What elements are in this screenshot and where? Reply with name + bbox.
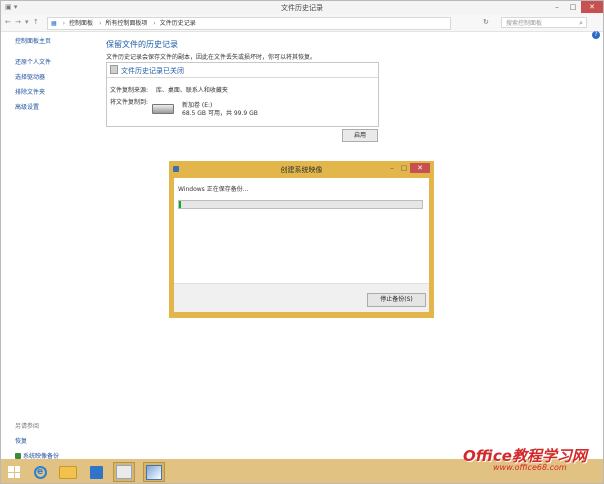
nav-advanced-settings[interactable]: 高级设置 — [15, 102, 51, 111]
window-controls: – □ ✕ — [549, 1, 603, 15]
windows-start-icon[interactable] — [3, 462, 25, 482]
control-panel-icon[interactable] — [113, 462, 135, 482]
forward-arrow-icon[interactable]: → — [15, 18, 21, 26]
dialog-title-bar: 创建系统映像 – □ ✕ — [169, 161, 434, 177]
watermark-url: www.office68.com — [493, 463, 567, 472]
search-icon: ⌕ — [579, 19, 583, 27]
backup-progress-bar — [178, 200, 423, 209]
dialog-close-button[interactable]: ✕ — [410, 163, 430, 173]
nav-exclude-folders[interactable]: 排除文件夹 — [15, 87, 51, 96]
copy-from-value: 库、桌面、联系人和收藏夹 — [155, 87, 228, 94]
see-also-recovery[interactable]: 恢复 — [15, 436, 59, 445]
shield-icon — [15, 452, 21, 459]
address-bar-row: ← → ▾ ↑ ▦ › 控制面板 › 所有控制面板项 › 文件历史记录 ↻ 搜索控制面… — [1, 15, 603, 32]
nav-select-drive[interactable]: 选择驱动器 — [15, 72, 51, 81]
recent-dropdown-icon[interactable]: ▾ — [25, 18, 29, 26]
nav-restore-personal-files[interactable]: 还原个人文件 — [15, 57, 51, 66]
search-input[interactable]: 搜索控制面板 ⌕ — [501, 17, 587, 28]
nav-control-panel-home[interactable]: 控制面板主页 — [15, 36, 51, 45]
progress-fill — [179, 201, 182, 208]
control-panel-icon: ▦ — [51, 20, 57, 27]
page-description: 文件历史记录会保存文件的副本，因此在文件丢失或损坏时，你可以将其恢复。 — [106, 54, 317, 61]
enable-button[interactable]: 启用 — [342, 129, 378, 142]
file-explorer-icon[interactable] — [57, 462, 79, 482]
title-bar: ▣ ▾ 文件历史记录 – □ ✕ — [1, 1, 603, 15]
left-navigation: 控制面板主页 还原个人文件 选择驱动器 排除文件夹 高级设置 — [15, 36, 51, 117]
close-button[interactable]: ✕ — [581, 1, 603, 13]
copy-to-label: 将文件复制到: — [110, 99, 149, 106]
file-history-icon — [110, 65, 118, 74]
create-system-image-dialog: 创建系统映像 – □ ✕ Windows 正在保存备份... 停止备份(S) — [169, 161, 434, 318]
breadcrumb-file-history[interactable]: 文件历史记录 — [160, 20, 196, 27]
backup-status-text: Windows 正在保存备份... — [178, 186, 249, 193]
up-arrow-icon[interactable]: ↑ — [33, 18, 39, 26]
see-also-recovery-label: 恢复 — [15, 438, 28, 445]
file-history-status-box: 文件历史记录已关闭 文件复制来源: 库、桌面、联系人和收藏夹 将文件复制到: 新… — [106, 62, 379, 127]
system-image-icon[interactable] — [143, 462, 165, 482]
dialog-body: Windows 正在保存备份... 停止备份(S) — [174, 178, 429, 312]
copy-from-label: 文件复制来源: — [110, 87, 149, 94]
window-title: 文件历史记录 — [281, 4, 323, 12]
dialog-minimize-button[interactable]: – — [386, 163, 398, 173]
file-history-window: ▣ ▾ 文件历史记录 – □ ✕ ← → ▾ ↑ ▦ › 控制面板 › 所有控制面板… — [0, 0, 604, 484]
store-app-icon[interactable] — [85, 462, 107, 482]
stop-backup-button[interactable]: 停止备份(S) — [367, 293, 426, 307]
drive-size: 68.5 GB 可用，共 99.9 GB — [182, 110, 258, 117]
breadcrumb-all-items[interactable]: 所有控制面板项 — [105, 20, 147, 27]
back-arrow-icon[interactable]: ← — [5, 18, 11, 26]
breadcrumb-control-panel[interactable]: 控制面板 — [69, 20, 93, 27]
status-title: 文件历史记录已关闭 — [121, 67, 184, 75]
search-placeholder: 搜索控制面板 — [506, 20, 543, 27]
see-also-header: 另请参阅 — [15, 423, 40, 430]
address-bar[interactable]: ▦ › 控制面板 › 所有控制面板项 › 文件历史记录 — [47, 17, 451, 30]
status-header: 文件历史记录已关闭 — [107, 63, 378, 78]
page-heading: 保留文件的历史记录 — [106, 40, 178, 49]
help-icon[interactable]: ? — [592, 31, 600, 39]
maximize-button[interactable]: □ — [565, 1, 581, 13]
copy-to-row: 将文件复制到: — [110, 97, 154, 106]
minimize-button[interactable]: – — [549, 1, 565, 13]
dialog-footer: 停止备份(S) — [174, 283, 429, 312]
refresh-icon[interactable]: ↻ — [483, 18, 489, 26]
copy-from-row: 文件复制来源: 库、桌面、联系人和收藏夹 — [110, 85, 228, 94]
dialog-window-controls: – □ ✕ — [386, 163, 430, 173]
dialog-maximize-button[interactable]: □ — [398, 163, 410, 173]
drive-icon — [152, 104, 174, 114]
internet-explorer-icon[interactable]: e — [29, 462, 51, 482]
